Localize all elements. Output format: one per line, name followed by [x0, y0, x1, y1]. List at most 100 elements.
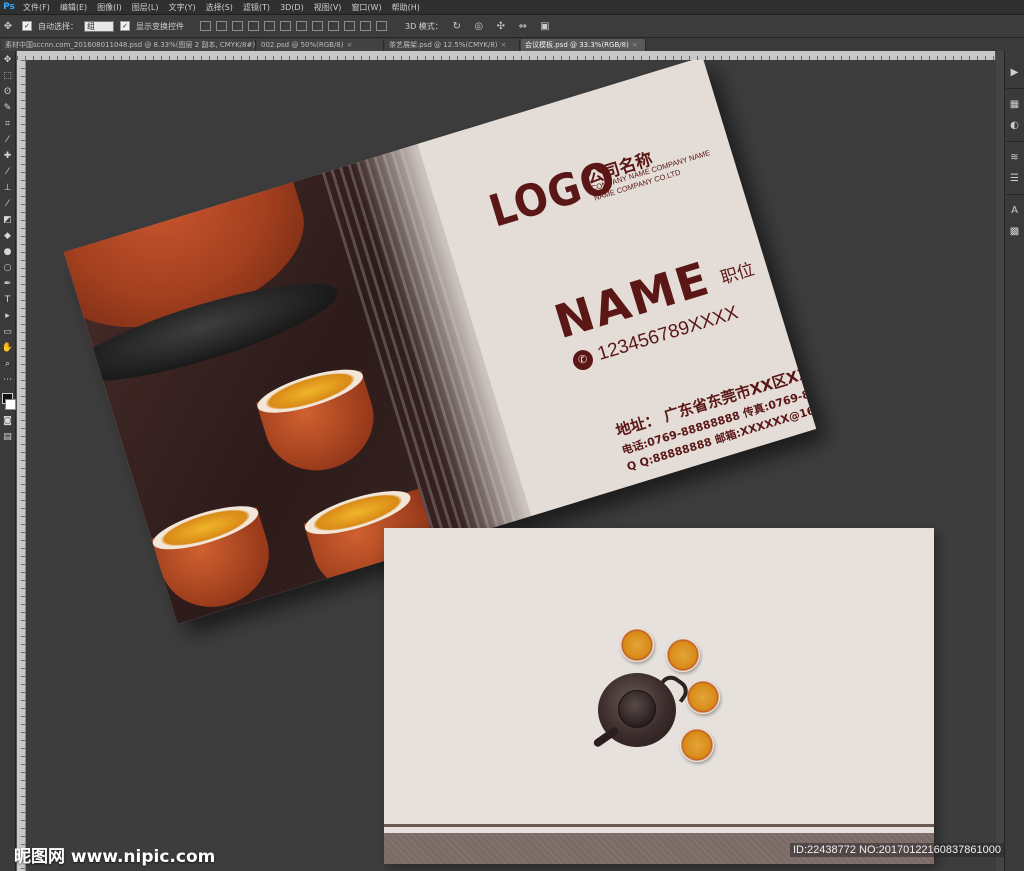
swatches-panel-icon[interactable]: ▩ [1008, 226, 1021, 237]
layers-panel-icon[interactable]: ≋ [1008, 152, 1021, 163]
healing-tool-icon[interactable]: ✚ [2, 151, 14, 162]
marquee-tool-icon[interactable]: ⬚ [2, 71, 14, 82]
3d-scale-icon[interactable]: ▣ [537, 19, 553, 33]
lasso-tool-icon[interactable]: ʘ [2, 87, 14, 98]
screen-mode-icon[interactable]: ▤ [2, 432, 14, 443]
tab-document-1[interactable]: 素材中国sccnn.com_20160801104​8.psd @ 8.33%(… [1, 39, 256, 51]
type-tool-icon[interactable]: T [2, 295, 14, 306]
options-bar: ✥ ✓ 自动选择： 组 ✓ 显示变换控件 3D 模式： ↻ ◎ ✣ ⇔ ▣ [0, 15, 1024, 38]
distribute-middle-icon[interactable] [312, 21, 323, 31]
distribute-center-icon[interactable] [360, 21, 371, 31]
3d-pan-icon[interactable]: ✣ [493, 19, 509, 33]
business-card-back [384, 528, 934, 864]
paint-bucket-tool-icon[interactable]: ◆ [2, 231, 14, 242]
more-tools-icon[interactable]: ⋯ [2, 375, 14, 386]
auto-select-dropdown[interactable]: 组 [84, 20, 114, 32]
history-panel-icon[interactable]: ▶ [1008, 67, 1021, 78]
quick-select-tool-icon[interactable]: ✎ [2, 103, 14, 114]
menu-image[interactable]: 图像(I) [92, 2, 127, 13]
tools-panel: ✥ ⬚ ʘ ✎ ⌗ ⁄ ✚ ⁄ ⊥ ⁄ ◩ ◆ ● ○ ✒ T ▸ ▭ ✋ ⌕ … [0, 51, 16, 871]
document-tabs: 素材中国sccnn.com_20160801104​8.psd @ 8.33%(… [0, 38, 1024, 51]
tea-cup-image [151, 506, 282, 621]
dodge-tool-icon[interactable]: ○ [2, 263, 14, 274]
crop-tool-icon[interactable]: ⌗ [2, 119, 14, 130]
path-select-tool-icon[interactable]: ▸ [2, 311, 14, 322]
panel-divider [1005, 88, 1024, 89]
blur-tool-icon[interactable]: ● [2, 247, 14, 258]
menu-file[interactable]: 文件(F) [18, 2, 55, 13]
align-buttons [200, 21, 387, 31]
menu-bar: Ps 文件(F) 编辑(E) 图像(I) 图层(L) 文字(Y) 选择(S) 滤… [0, 0, 1024, 15]
tab-document-2[interactable]: 002.psd @ 50%(RGB/8) × [257, 39, 384, 51]
adjustments-panel-icon[interactable]: ◐ [1008, 120, 1021, 131]
shape-tool-icon[interactable]: ▭ [2, 327, 14, 338]
clone-stamp-tool-icon[interactable]: ⊥ [2, 183, 14, 194]
tab-document-4[interactable]: 会议模板.psd @ 33.3%(RGB/8) × [521, 39, 646, 51]
distribute-right-icon[interactable] [376, 21, 387, 31]
vertical-scrollbar[interactable] [996, 51, 1004, 871]
job-title: 职位 [718, 259, 757, 289]
menu-filter[interactable]: 滤镜(T) [238, 2, 275, 13]
photoshop-logo: Ps [3, 2, 15, 12]
menu-view[interactable]: 视图(V) [309, 2, 347, 13]
tab-document-3[interactable]: 茶艺展架.psd @ 12.5%(CMYK/8) × [385, 39, 520, 51]
character-panel-icon[interactable]: A [1008, 205, 1021, 216]
3d-rotate-icon[interactable]: ↻ [449, 19, 465, 33]
tea-cup-image [123, 620, 254, 625]
tea-cup-image [620, 628, 654, 662]
align-bottom-icon[interactable] [232, 21, 243, 31]
distribute-top-icon[interactable] [296, 21, 307, 31]
distribute-left-icon[interactable] [344, 21, 355, 31]
show-transform-checkbox[interactable]: ✓ [120, 21, 130, 31]
3d-roll-icon[interactable]: ◎ [471, 19, 487, 33]
close-icon[interactable]: × [632, 41, 638, 49]
pen-tool-icon[interactable]: ✒ [2, 279, 14, 290]
tea-cup-image [666, 638, 700, 672]
align-top-icon[interactable] [200, 21, 211, 31]
channels-panel-icon[interactable]: ☰ [1008, 173, 1021, 184]
properties-panel-icon[interactable]: ▦ [1008, 99, 1021, 110]
move-tool-icon[interactable]: ✥ [0, 19, 16, 33]
close-icon[interactable]: × [501, 41, 507, 49]
zoom-tool-icon[interactable]: ⌕ [2, 359, 14, 370]
hand-tool-icon[interactable]: ✋ [2, 343, 14, 354]
3d-slide-icon[interactable]: ⇔ [515, 19, 531, 33]
quick-mask-icon[interactable]: ◙ [2, 416, 14, 427]
align-center-icon[interactable] [264, 21, 275, 31]
auto-select-checkbox[interactable]: ✓ [22, 21, 32, 31]
image-id-label: ID:22438772 NO:20170122160837861000 [790, 843, 1004, 857]
move-tool-icon[interactable]: ✥ [2, 55, 14, 66]
tea-cup-image [686, 680, 720, 714]
panel-divider [1005, 141, 1024, 142]
menu-window[interactable]: 窗口(W) [346, 2, 386, 13]
brush-tool-icon[interactable]: ⁄ [2, 167, 14, 178]
menu-edit[interactable]: 编辑(E) [55, 2, 92, 13]
menu-3d[interactable]: 3D(D) [275, 3, 309, 12]
menu-select[interactable]: 选择(S) [201, 2, 238, 13]
document-canvas[interactable]: LOGO 公司名称 COMPANY NAME COMPANY NAME NAME… [26, 60, 996, 871]
close-icon[interactable]: × [347, 41, 353, 49]
teapot-lid-image [618, 690, 656, 728]
eraser-tool-icon[interactable]: ◩ [2, 215, 14, 226]
panel-dock: ▶ ▦ ◐ ≋ ☰ A ▩ [1004, 51, 1024, 871]
eyedropper-tool-icon[interactable]: ⁄ [2, 135, 14, 146]
3d-mode-label: 3D 模式： [405, 21, 443, 31]
show-transform-label: 显示变换控件 [136, 21, 184, 31]
phone-icon: ✆ [570, 347, 596, 373]
site-watermark: 昵图网 www.nipic.com [14, 847, 216, 867]
menu-help[interactable]: 帮助(H) [387, 2, 425, 13]
vertical-ruler [17, 60, 26, 871]
back-divider-line [384, 824, 934, 827]
align-left-icon[interactable] [248, 21, 259, 31]
menu-type[interactable]: 文字(Y) [163, 2, 200, 13]
background-color-swatch[interactable] [5, 399, 16, 410]
3d-mode-group: 3D 模式： ↻ ◎ ✣ ⇔ ▣ [405, 19, 553, 33]
align-middle-icon[interactable] [216, 21, 227, 31]
panel-divider [1005, 194, 1024, 195]
tea-cup-image [680, 728, 714, 762]
tea-cup-image [256, 370, 387, 484]
history-brush-tool-icon[interactable]: ⁄ [2, 199, 14, 210]
menu-layer[interactable]: 图层(L) [127, 2, 164, 13]
align-right-icon[interactable] [280, 21, 291, 31]
distribute-bottom-icon[interactable] [328, 21, 339, 31]
